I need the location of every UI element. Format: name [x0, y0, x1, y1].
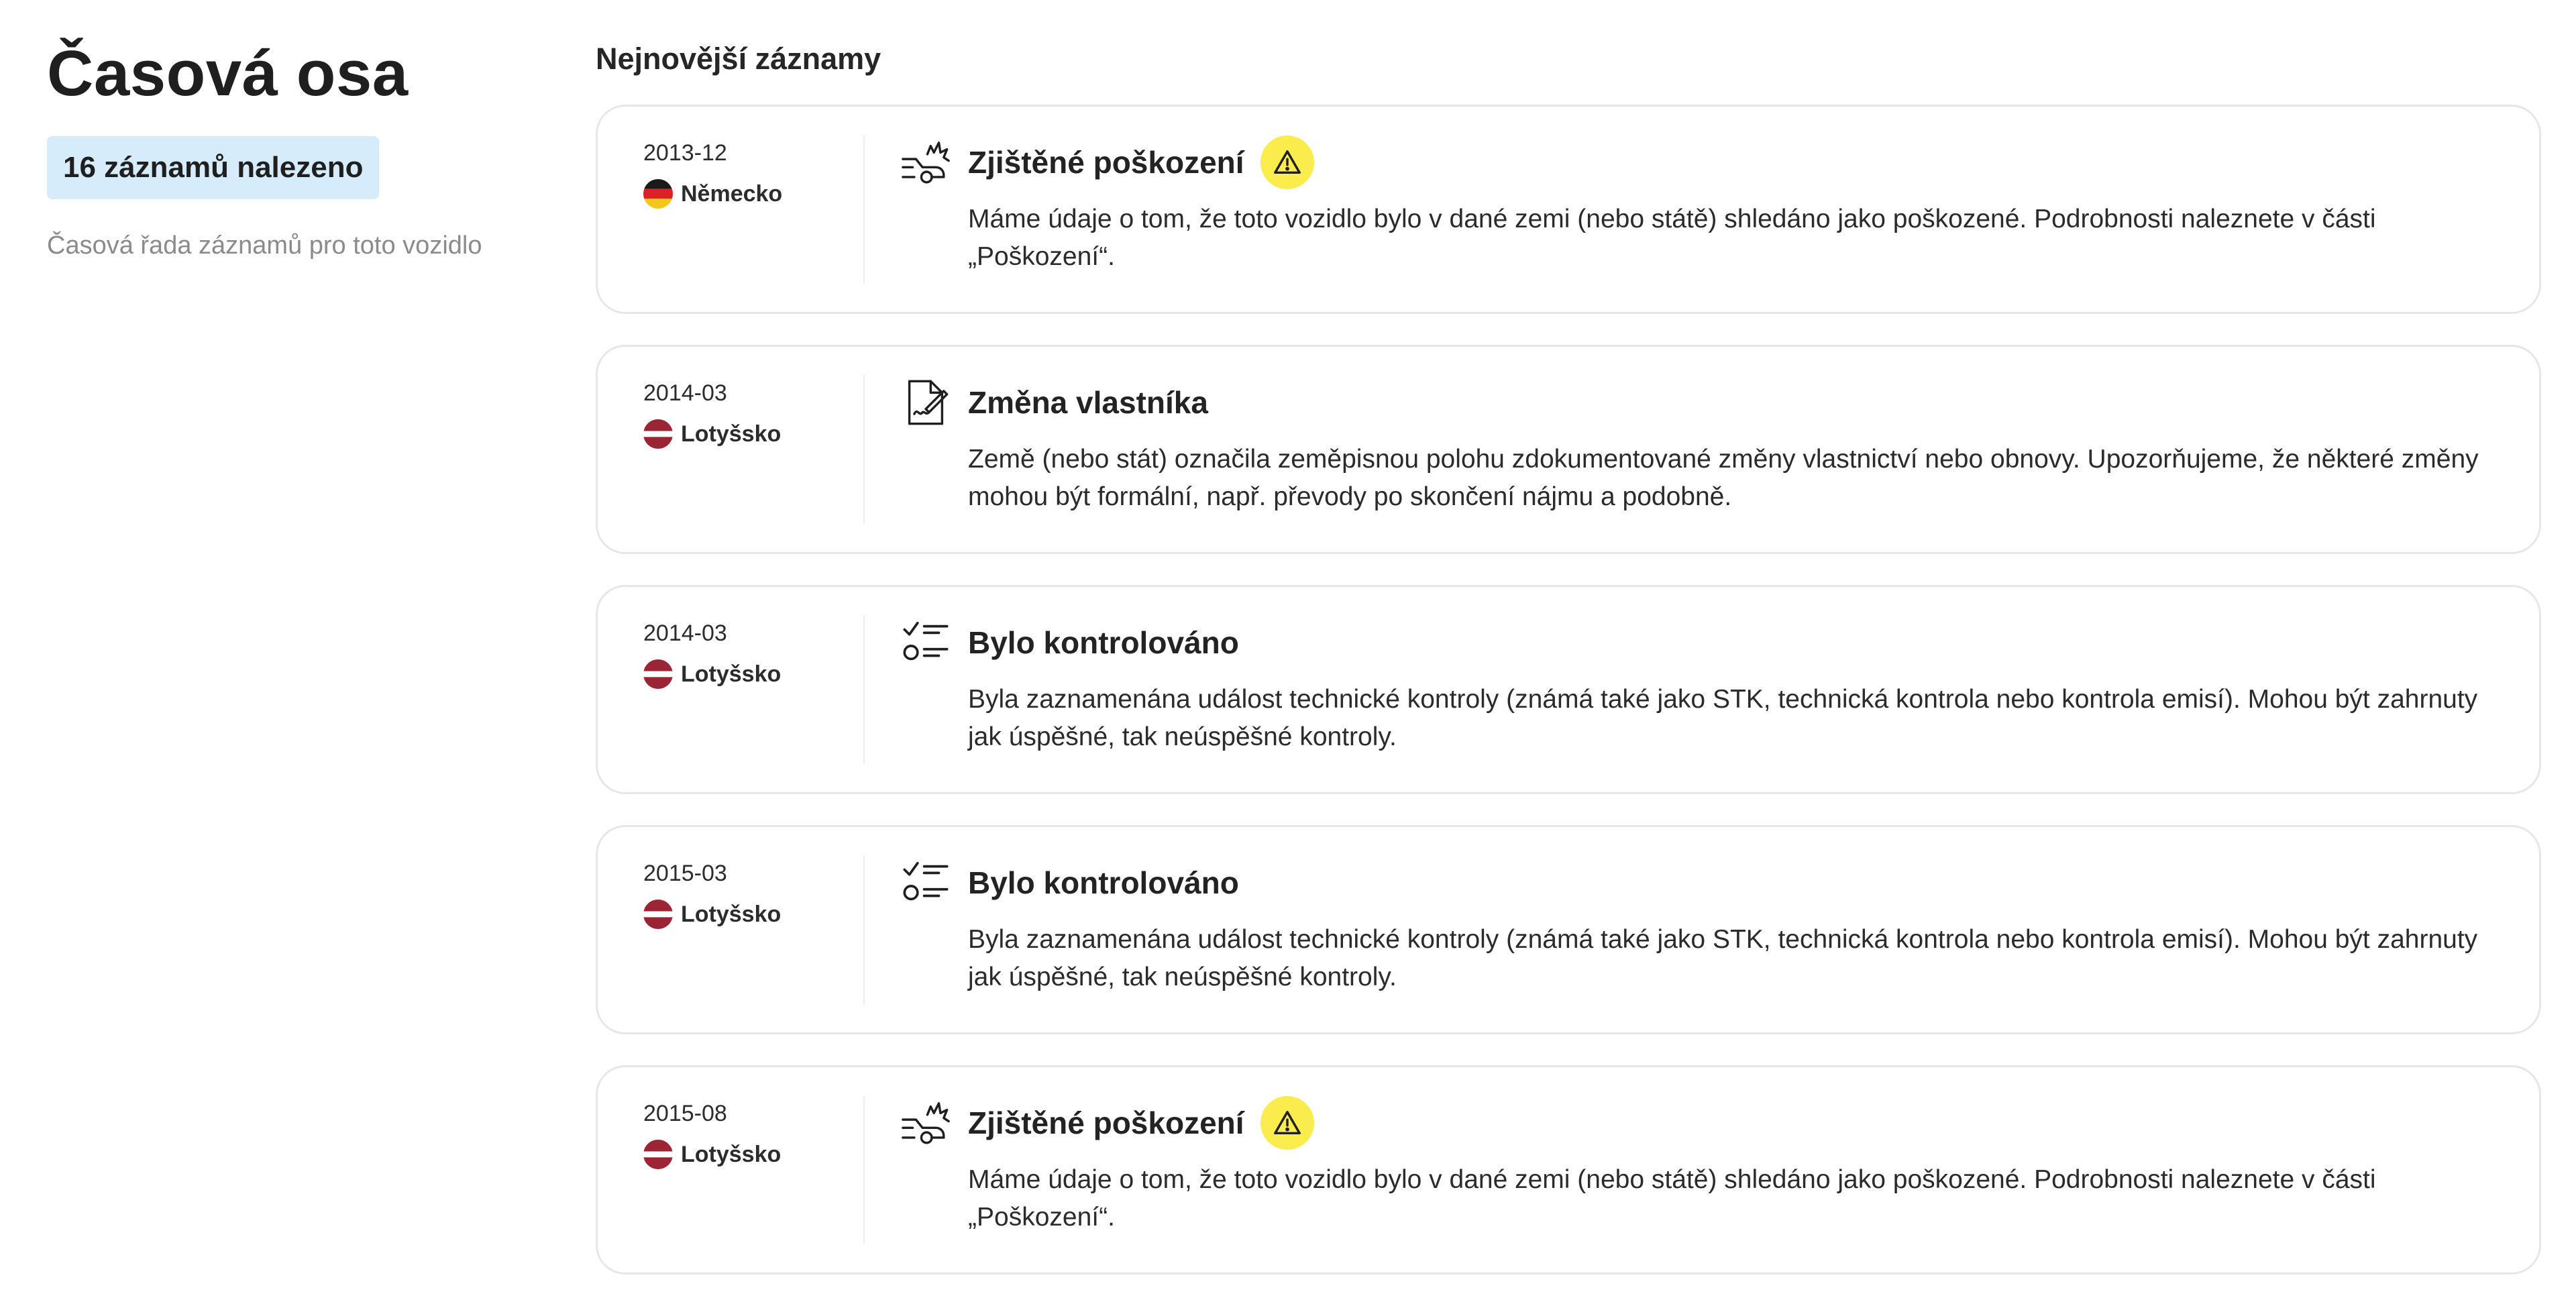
record-title: Bylo kontrolováno — [968, 625, 1239, 660]
record-meta: 2013-12 Německo — [598, 135, 865, 284]
germany-flag-icon — [643, 179, 673, 209]
record-description: Byla zaznamenána událost technické kontr… — [968, 925, 2478, 991]
record-body: Bylo kontrolováno Byla zaznamenána událo… — [900, 615, 2539, 764]
timeline-list: 2013-12 Německo Zjištěné poškození Máme … — [596, 105, 2541, 1274]
timeline-record: 2014-03 Lotyšsko Bylo kontrolováno Byla … — [596, 585, 2541, 794]
latvia-flag-icon — [643, 659, 673, 689]
record-country: Lotyšsko — [643, 659, 863, 689]
record-header: Bylo kontrolováno — [900, 853, 2499, 913]
timeline-record: 2014-03 Lotyšsko Změna vlastníka Země (n… — [596, 345, 2541, 554]
timeline-record: 2013-12 Německo Zjištěné poškození Máme … — [596, 105, 2541, 314]
record-date: 2015-08 — [643, 1101, 727, 1126]
country-name: Lotyšsko — [681, 661, 782, 687]
latvia-flag-icon — [643, 419, 673, 449]
checklist-icon — [900, 616, 952, 669]
record-title: Bylo kontrolováno — [968, 865, 1239, 900]
record-description: Byla zaznamenána událost technické kontr… — [968, 685, 2478, 751]
page-title: Časová osa — [47, 38, 409, 109]
sidebar-caption: Časová řada záznamů pro toto vozidlo — [47, 231, 482, 260]
warning-icon — [1260, 1096, 1314, 1150]
checklist-icon — [900, 857, 952, 909]
timeline-main: Nejnovější záznamy 2013-12 Německo Zjišt… — [596, 42, 2541, 1274]
record-header: Změna vlastníka — [900, 372, 2499, 433]
record-meta: 2015-08 Lotyšsko — [598, 1095, 865, 1244]
country-name: Lotyšsko — [681, 421, 782, 447]
country-name: Lotyšsko — [681, 1141, 782, 1167]
sidebar: Časová osa 16 záznamů nalezeno Časová řa… — [47, 37, 557, 260]
record-country: Lotyšsko — [643, 900, 863, 929]
record-meta: 2014-03 Lotyšsko — [598, 375, 865, 524]
record-title: Zjištěné poškození — [968, 1105, 1244, 1140]
record-meta: 2014-03 Lotyšsko — [598, 615, 865, 764]
country-name: Německo — [681, 180, 783, 207]
record-date: 2013-12 — [643, 140, 727, 166]
damage-icon — [900, 1097, 952, 1149]
latvia-flag-icon — [643, 900, 673, 929]
record-header: Bylo kontrolováno — [900, 612, 2499, 673]
record-header: Zjištěné poškození — [900, 1093, 2499, 1153]
record-description: Země (nebo stát) označila zeměpisnou pol… — [968, 445, 2479, 511]
record-country: Lotyšsko — [643, 419, 863, 449]
records-count-badge: 16 záznamů nalezeno — [47, 136, 380, 200]
record-header: Zjištěné poškození — [900, 132, 2499, 193]
record-body: Zjištěné poškození Máme údaje o tom, že … — [900, 135, 2539, 284]
timeline-record: 2015-03 Lotyšsko Bylo kontrolováno Byla … — [596, 825, 2541, 1034]
document-sign-icon — [900, 376, 952, 429]
timeline-record: 2015-08 Lotyšsko Zjištěné poškození Máme… — [596, 1065, 2541, 1274]
record-body: Bylo kontrolováno Byla zaznamenána událo… — [900, 855, 2539, 1004]
section-heading: Nejnovější záznamy — [596, 42, 881, 76]
record-country: Lotyšsko — [643, 1140, 863, 1169]
record-description: Máme údaje o tom, že toto vozidlo bylo v… — [968, 1165, 2376, 1232]
record-body: Zjištěné poškození Máme údaje o tom, že … — [900, 1095, 2539, 1244]
record-country: Německo — [643, 179, 863, 209]
record-title: Změna vlastníka — [968, 385, 1208, 420]
record-date: 2014-03 — [643, 380, 727, 406]
latvia-flag-icon — [643, 1140, 673, 1169]
record-meta: 2015-03 Lotyšsko — [598, 855, 865, 1004]
damage-icon — [900, 136, 952, 188]
record-description: Máme údaje o tom, že toto vozidlo bylo v… — [968, 205, 2376, 271]
record-title: Zjištěné poškození — [968, 145, 1244, 180]
record-date: 2015-03 — [643, 861, 727, 886]
record-body: Změna vlastníka Země (nebo stát) označil… — [900, 375, 2539, 524]
warning-icon — [1260, 135, 1314, 189]
country-name: Lotyšsko — [681, 901, 782, 927]
record-date: 2014-03 — [643, 620, 727, 646]
